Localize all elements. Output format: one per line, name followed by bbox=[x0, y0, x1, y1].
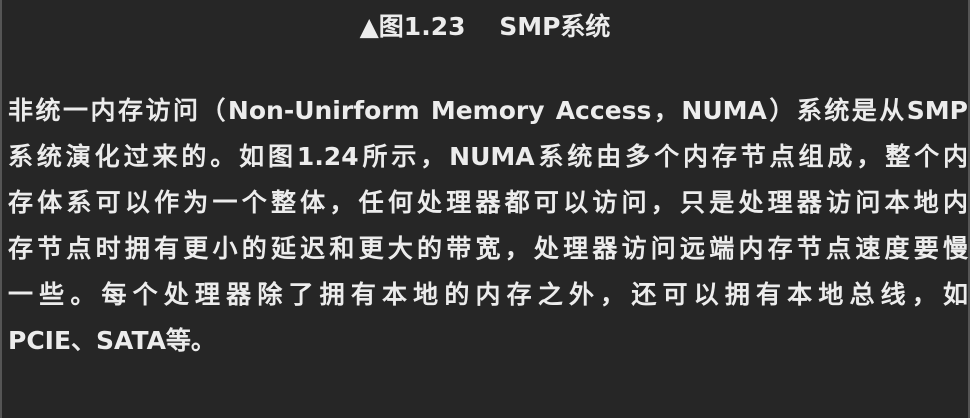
paragraph-line: 非统一内存访问（Non-Unirform Memory Access，NUMA）… bbox=[8, 96, 968, 125]
figure-caption: ▲图1.23 SMP系统 bbox=[359, 12, 611, 41]
paragraph-line: PCIE、SATA等。 bbox=[8, 326, 216, 355]
paragraph-line: 一些。每个处理器除了拥有本地的内存之外，还可以拥有本地总线，如 bbox=[8, 280, 968, 309]
paragraph-line: 存节点时拥有更小的延迟和更大的带宽，处理器访问远端内存节点速度要慢 bbox=[8, 234, 968, 263]
paragraph-line: 存体系可以作为一个整体，任何处理器都可以访问，只是处理器访问本地内 bbox=[8, 188, 968, 217]
document-page: { "caption": "▲图1.23\u3000 SMP系统", "para… bbox=[0, 0, 970, 418]
paragraph-line: 系统演化过来的。如图1.24所示，NUMA系统由多个内存节点组成，整个内 bbox=[8, 142, 968, 171]
body-paragraph: 非统一内存访问（Non-Unirform Memory Access，NUMA）… bbox=[8, 88, 968, 364]
